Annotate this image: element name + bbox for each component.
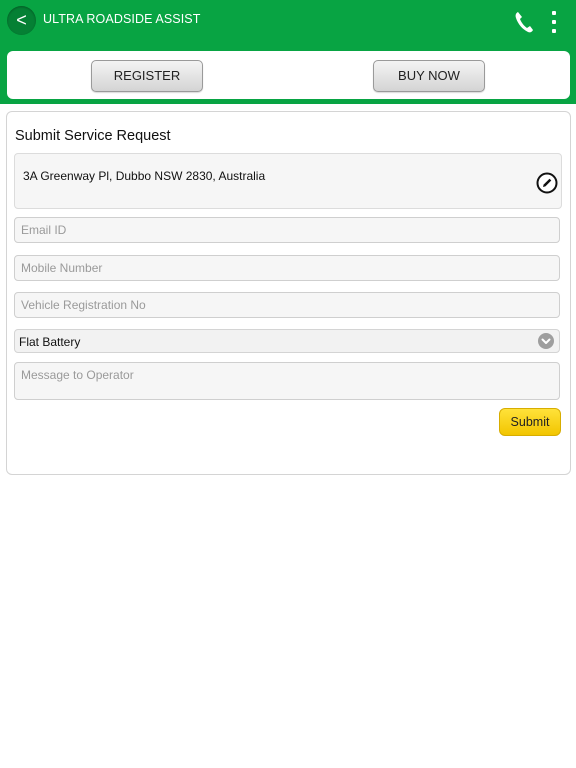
address-box: 3A Greenway Pl, Dubbo NSW 2830, Australi… — [14, 153, 562, 209]
address-text: 3A Greenway Pl, Dubbo NSW 2830, Australi… — [23, 169, 266, 183]
menu-dot — [552, 29, 556, 33]
action-bar: REGISTER BUY NOW — [7, 51, 570, 99]
mobile-input[interactable] — [15, 256, 559, 280]
menu-dot — [552, 11, 556, 15]
email-field[interactable] — [14, 217, 560, 243]
service-request-form: Submit Service Request 3A Greenway Pl, D… — [6, 111, 571, 475]
submit-button[interactable]: Submit — [499, 408, 561, 436]
mobile-field[interactable] — [14, 255, 560, 281]
phone-icon[interactable] — [513, 10, 535, 34]
menu-dot — [552, 20, 556, 24]
buy-now-button[interactable]: BUY NOW — [373, 60, 485, 92]
chevron-down-icon[interactable] — [538, 333, 554, 349]
form-title: Submit Service Request — [15, 128, 171, 144]
message-field[interactable] — [14, 362, 560, 400]
service-type-value: Flat Battery — [19, 335, 81, 349]
edit-pencil-icon[interactable] — [536, 172, 558, 194]
service-type-select[interactable]: Flat Battery — [14, 329, 560, 353]
message-input[interactable] — [15, 363, 559, 399]
back-button[interactable]: < — [7, 6, 36, 35]
vehicle-registration-input[interactable] — [15, 293, 559, 317]
overflow-menu-icon[interactable] — [549, 10, 559, 34]
vehicle-registration-field[interactable] — [14, 292, 560, 318]
app-title: ULTRA ROADSIDE ASSIST — [43, 12, 201, 26]
register-button[interactable]: REGISTER — [91, 60, 203, 92]
email-input[interactable] — [15, 218, 559, 242]
top-bar: < ULTRA ROADSIDE ASSIST REGISTER BUY NOW — [0, 0, 576, 104]
